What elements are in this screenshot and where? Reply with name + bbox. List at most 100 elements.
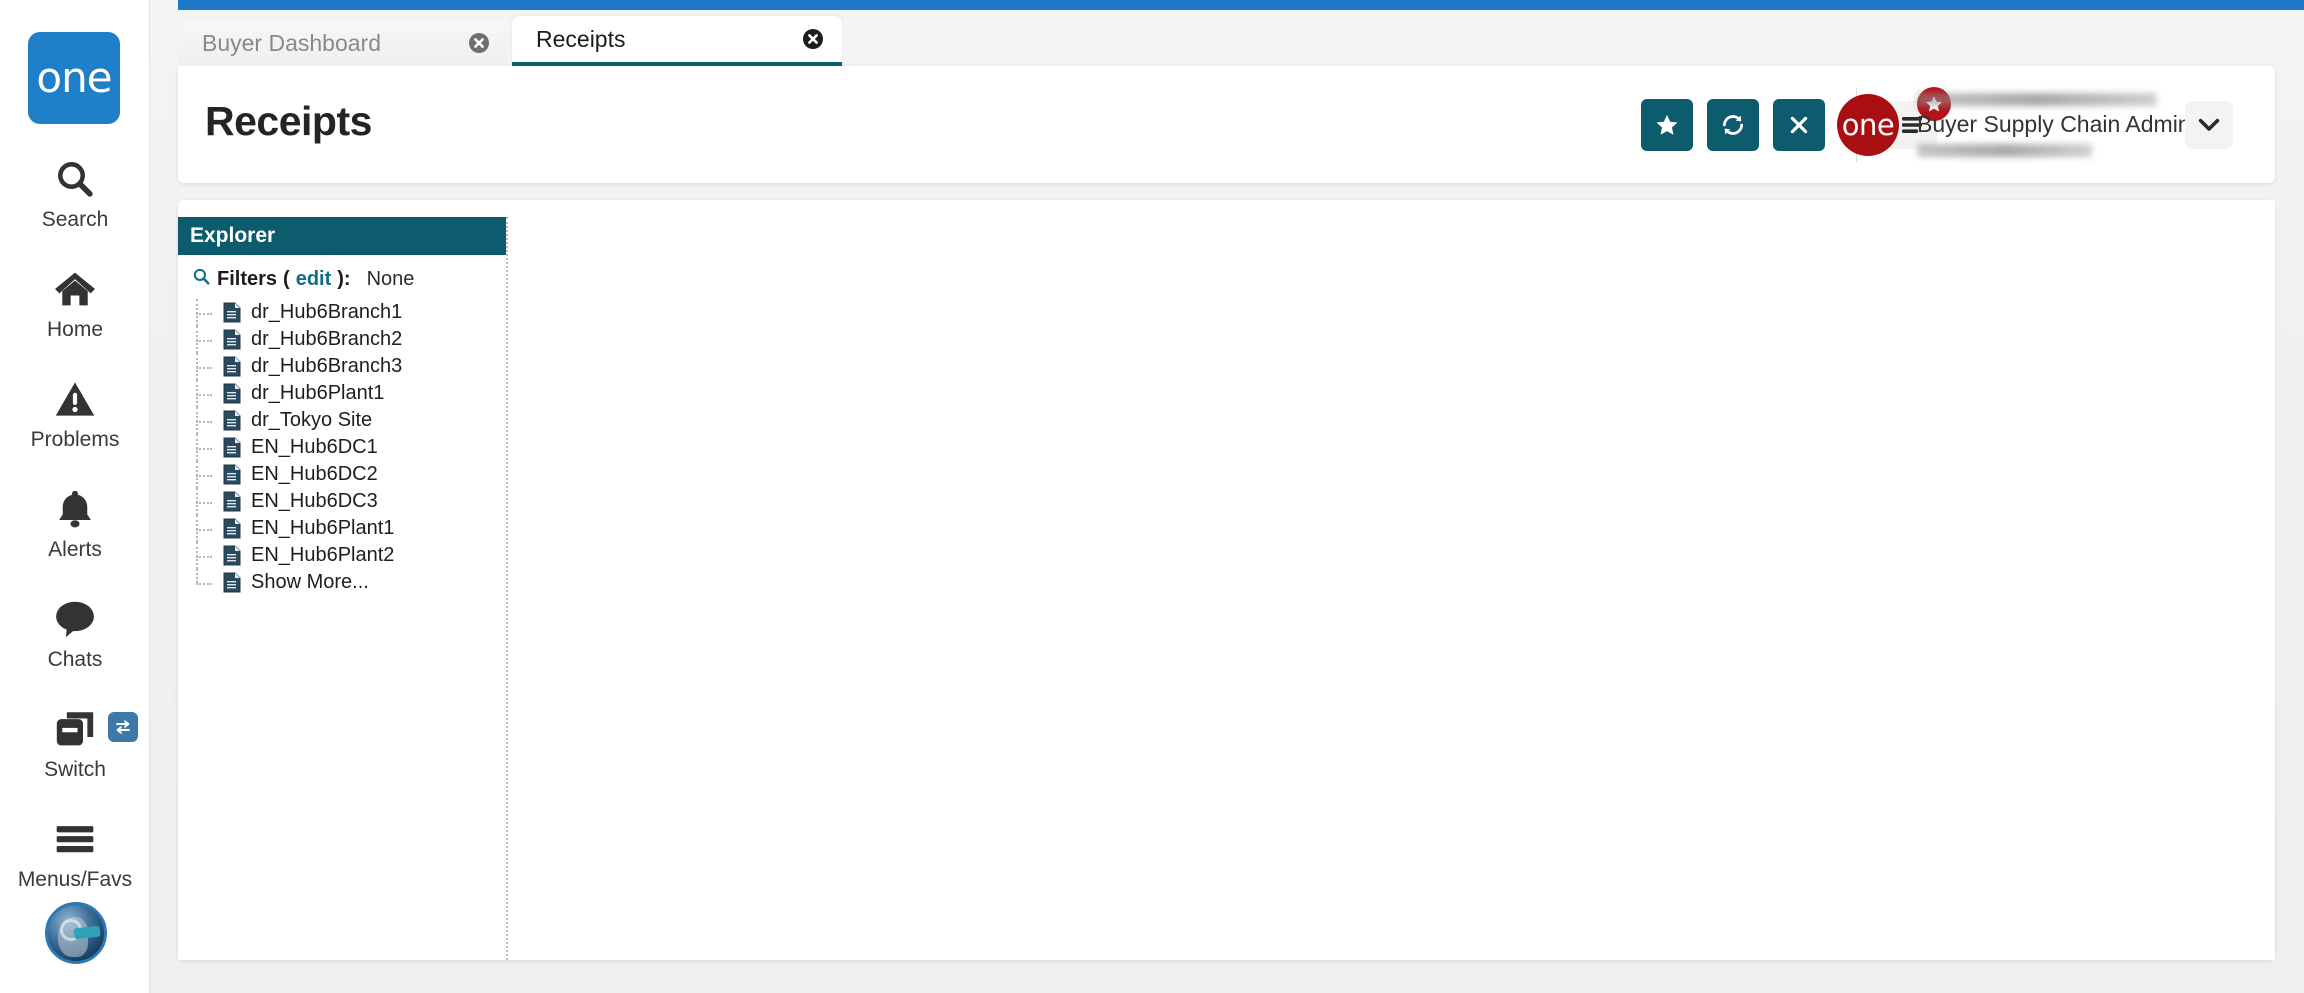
organization-logo-text: one (1841, 107, 1895, 142)
close-button[interactable] (1773, 99, 1825, 151)
tree-item[interactable]: dr_Hub6Branch1 (196, 299, 506, 326)
sidebar-item-label: Menus/Favs (17, 868, 133, 891)
page-header: Receipts one Buyer Supply Chain Admin (178, 66, 2275, 183)
tree-item[interactable]: EN_Hub6Plant2 (196, 542, 506, 569)
close-circle-icon[interactable] (466, 30, 492, 56)
tree-item-label: EN_Hub6DC2 (251, 463, 378, 485)
top-accent-bar (178, 0, 2304, 10)
document-icon (222, 329, 242, 351)
left-nav-rail: one Search Home Problems Alerts Chats Sw… (0, 0, 150, 993)
filters-open-paren: ( (283, 267, 290, 290)
hamburger-icon (53, 816, 97, 862)
document-icon (222, 410, 242, 432)
search-icon (54, 156, 96, 202)
tab-strip: Buyer Dashboard Receipts (178, 16, 846, 66)
sidebar-item-label: Problems (30, 428, 120, 451)
header-action-buttons (1641, 99, 1825, 151)
sidebar-item-switch[interactable]: Switch (0, 698, 150, 808)
filters-value: None (366, 267, 415, 290)
warning-triangle-icon (54, 376, 96, 422)
rail-item-list: Search Home Problems Alerts Chats Switch… (0, 148, 150, 918)
page-content: Explorer Filters ( edit ): None dr_Hub6B… (178, 200, 2275, 960)
document-icon (222, 437, 242, 459)
sidebar-item-chats[interactable]: Chats (0, 588, 150, 698)
search-icon (192, 267, 211, 291)
switch-toggle-badge[interactable] (108, 712, 138, 742)
sidebar-item-search[interactable]: Search (0, 148, 150, 258)
document-icon (222, 545, 242, 567)
app-logo-text: one (36, 53, 112, 102)
tree-item[interactable]: dr_Tokyo Site (196, 407, 506, 434)
tree-item-label: dr_Hub6Branch1 (251, 301, 403, 323)
tree-item-label: EN_Hub6Plant2 (251, 544, 395, 566)
document-icon (222, 383, 242, 405)
x-icon (1790, 116, 1808, 134)
user-name-redacted (1917, 93, 2157, 107)
app-logo[interactable]: one (28, 32, 120, 124)
tree-item[interactable]: dr_Hub6Branch2 (196, 326, 506, 353)
user-details: Buyer Supply Chain Admin (1917, 93, 2191, 157)
filters-edit-link[interactable]: edit (296, 268, 332, 291)
sidebar-item-label: Home (46, 318, 104, 341)
tree-item-label: EN_Hub6DC3 (251, 490, 378, 512)
document-icon (222, 491, 242, 513)
sidebar-item-alerts[interactable]: Alerts (0, 478, 150, 588)
document-icon (222, 572, 242, 594)
tree-item-label: dr_Hub6Branch2 (251, 328, 403, 350)
filters-close-paren: ): (337, 267, 351, 290)
user-role-label: Buyer Supply Chain Admin (1917, 111, 2191, 138)
tab-label: Buyer Dashboard (202, 29, 381, 56)
explorer-title: Explorer (190, 224, 276, 247)
tree-item[interactable]: EN_Hub6DC2 (196, 461, 506, 488)
sidebar-item-label: Switch (44, 758, 106, 781)
avatar-visor-shape (73, 925, 101, 940)
document-icon (222, 302, 242, 324)
home-icon (53, 266, 97, 312)
tab-buyer-dashboard[interactable]: Buyer Dashboard (178, 20, 508, 66)
refresh-icon (1722, 115, 1744, 135)
explorer-tree: dr_Hub6Branch1 dr_Hub6Branch2 dr_Hub6Bra… (178, 297, 506, 596)
tree-item-label: Show More... (251, 571, 369, 593)
tree-item[interactable]: dr_Hub6Plant1 (196, 380, 506, 407)
page-title: Receipts (205, 98, 372, 144)
bell-icon (56, 486, 94, 532)
user-organization-redacted (1917, 143, 2092, 157)
sidebar-item-label: Search (41, 208, 109, 231)
close-circle-icon[interactable] (800, 26, 826, 52)
refresh-button[interactable] (1707, 99, 1759, 151)
tree-item-show-more[interactable]: Show More... (196, 569, 506, 596)
favorite-button[interactable] (1641, 99, 1693, 151)
tree-item[interactable]: EN_Hub6DC1 (196, 434, 506, 461)
document-icon (222, 464, 242, 486)
tree-item-label: EN_Hub6Plant1 (251, 517, 395, 539)
explorer-filters-row: Filters ( edit ): None (178, 255, 506, 297)
tree-item[interactable]: dr_Hub6Branch3 (196, 353, 506, 380)
tab-label: Receipts (536, 25, 626, 52)
document-icon (222, 518, 242, 540)
star-icon (1656, 114, 1678, 135)
tree-item[interactable]: EN_Hub6Plant1 (196, 515, 506, 542)
sidebar-item-label: Chats (47, 648, 103, 671)
tree-item-label: dr_Hub6Plant1 (251, 382, 385, 404)
application-window: one Search Home Problems Alerts Chats Sw… (0, 0, 2304, 993)
explorer-header: Explorer (178, 217, 506, 255)
sidebar-item-home[interactable]: Home (0, 258, 150, 368)
tab-receipts[interactable]: Receipts (512, 16, 842, 66)
switch-windows-icon (53, 706, 97, 752)
user-menu-toggle[interactable] (2185, 101, 2233, 149)
tree-item-label: dr_Hub6Branch3 (251, 355, 403, 377)
organization-logo: one (1837, 94, 1899, 156)
tree-item[interactable]: EN_Hub6DC3 (196, 488, 506, 515)
content-detail-area (508, 200, 2275, 960)
explorer-panel: Explorer Filters ( edit ): None dr_Hub6B… (178, 217, 508, 960)
document-icon (222, 356, 242, 378)
filters-label: Filters (217, 267, 278, 290)
sidebar-item-problems[interactable]: Problems (0, 368, 150, 478)
tree-item-label: dr_Tokyo Site (251, 409, 373, 431)
tree-item-label: EN_Hub6DC1 (251, 436, 378, 458)
chat-bubble-icon (53, 596, 97, 642)
assistant-avatar-icon[interactable] (45, 902, 107, 964)
user-account-block[interactable]: one Buyer Supply Chain Admin (1837, 88, 2233, 162)
chevron-down-icon (2198, 118, 2220, 131)
sidebar-item-label: Alerts (48, 538, 102, 561)
